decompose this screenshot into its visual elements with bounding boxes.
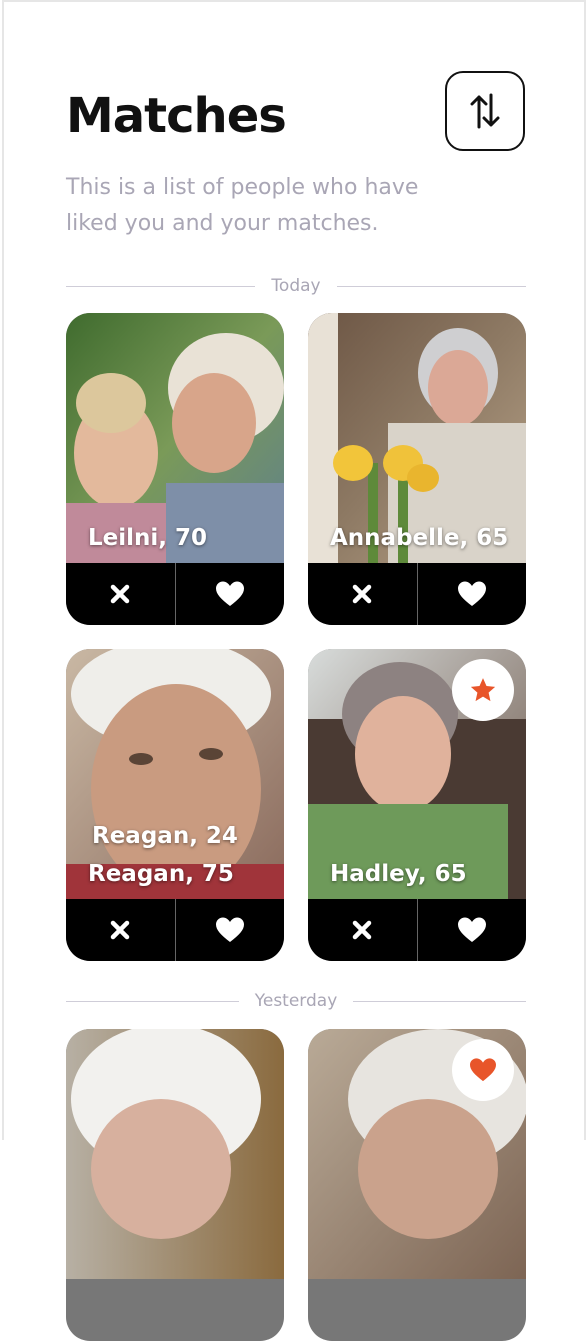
section-label: Yesterday [254, 991, 338, 1011]
heart-icon [457, 581, 486, 606]
like-button[interactable] [176, 563, 285, 625]
like-button[interactable] [176, 899, 285, 961]
like-button[interactable] [418, 563, 527, 625]
sort-button[interactable] [445, 71, 525, 151]
heart-icon [457, 917, 486, 942]
profile-photo [66, 1029, 284, 1279]
reject-button[interactable] [66, 563, 175, 625]
close-icon [111, 584, 130, 604]
match-card[interactable] [66, 1029, 284, 1341]
heart-icon [215, 917, 244, 942]
close-icon [111, 920, 130, 940]
reject-button[interactable] [66, 899, 175, 961]
profile-name: Annabelle, 65 [330, 525, 509, 551]
section-label: Today [271, 276, 321, 296]
card-actions [308, 563, 526, 625]
profile-name: Hadley, 65 [330, 861, 467, 887]
close-icon [353, 920, 372, 940]
reject-button[interactable] [308, 563, 417, 625]
section-divider-yesterday: Yesterday [66, 991, 526, 1011]
match-card[interactable]: Hadley, 65 [308, 649, 526, 961]
like-button[interactable] [418, 899, 527, 961]
card-actions [308, 899, 526, 961]
section-divider-today: Today [66, 276, 527, 296]
close-icon [353, 584, 372, 604]
heart-icon [215, 581, 244, 606]
reject-button[interactable] [308, 899, 417, 961]
page-title: Matches [66, 88, 287, 144]
liked-badge [452, 1039, 514, 1101]
match-card[interactable]: Leilni, 70 [66, 313, 284, 625]
match-card[interactable] [308, 1029, 526, 1341]
profile-name: Leilni, 70 [88, 525, 208, 551]
page-subtitle: This is a list of people who have liked … [66, 175, 419, 236]
heart-icon [470, 1058, 496, 1082]
sort-arrows-icon [470, 93, 500, 129]
card-actions [66, 563, 284, 625]
match-card[interactable]: Reagan, 24 Reagan, 75 [66, 649, 284, 961]
profile-name: Reagan, 75 [88, 861, 234, 887]
super-like-badge [452, 659, 514, 721]
match-card[interactable]: Annabelle, 65 [308, 313, 526, 625]
star-icon [470, 678, 496, 702]
card-actions [66, 899, 284, 961]
profile-name-overlap: Reagan, 24 [92, 823, 238, 849]
